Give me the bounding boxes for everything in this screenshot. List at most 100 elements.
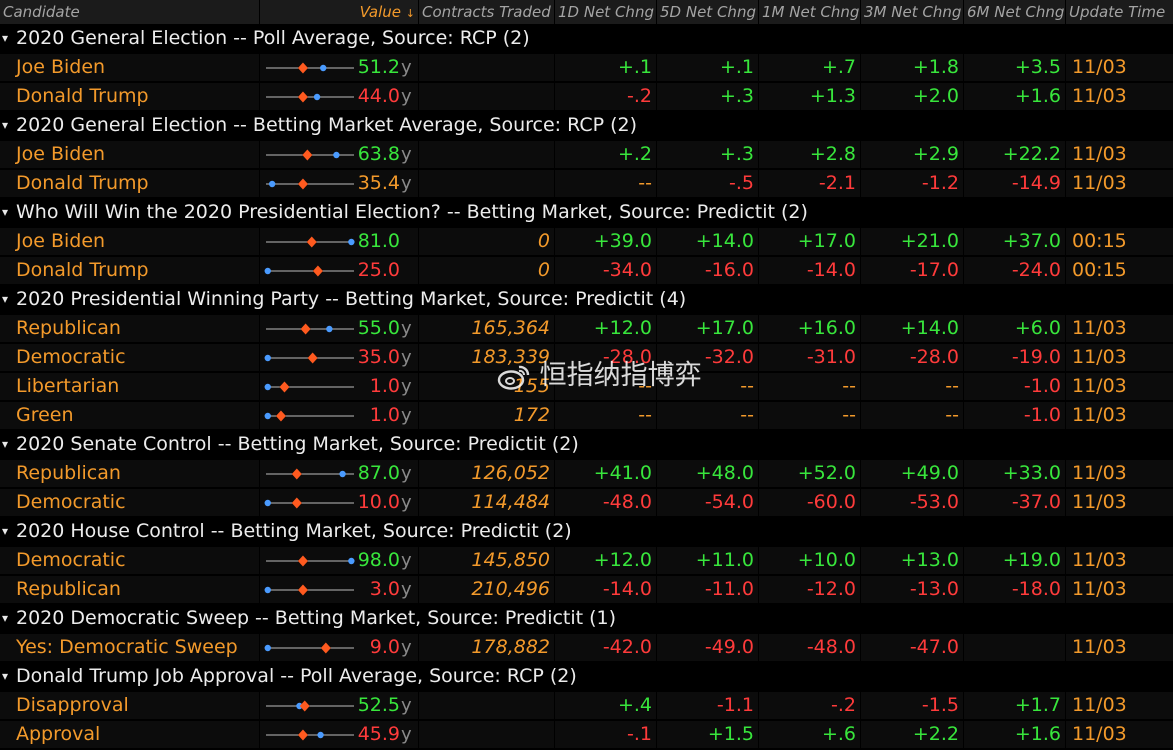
table-row[interactable]: Republican 3.0 y 210,496 -14.0 -11.0 -12.0 -13.… [0,575,1173,604]
net-change-m1: -48.0 [759,634,860,661]
table-row[interactable]: Disapproval 52.5 y +.4 -1.1 -.2 -1.5 +1.7 11/03 [0,691,1173,720]
table-row[interactable]: Democratic 98.0 y 145,850 +12.0 +11.0 +10.0 +13… [0,546,1173,575]
table-row[interactable]: Republican 87.0 y 126,052 +41.0 +48.0 +52.0 +49… [0,459,1173,488]
sparkline-marker [299,700,310,712]
candidate-name[interactable]: Republican [0,576,259,603]
collapse-caret-icon[interactable]: ▾ [2,604,8,633]
candidate-name[interactable]: Disapproval [0,692,259,719]
net-change-m3: -1.5 [861,692,963,719]
value-suffix: y [401,86,412,107]
net-change-d1: -14.0 [555,576,656,603]
net-change-m1: -- [759,402,860,429]
value-number: 10.0 [357,491,400,513]
net-change-d1: -48.0 [555,489,656,516]
column-header-value[interactable]: Value ↓ [260,0,418,24]
collapse-caret-icon[interactable]: ▾ [2,430,8,459]
column-header-1d[interactable]: 1D Net Chng [555,0,656,24]
net-change-d1: +12.0 [555,547,656,574]
sparkline-marker [291,468,302,480]
value-number: 81.0 [357,230,400,252]
collapse-caret-icon[interactable]: ▾ [2,24,8,53]
table-row[interactable]: Joe Biden 63.8 y +.2 +.3 +2.8 +2.9 +22.2 11/03 [0,140,1173,169]
group-header[interactable]: ▾ 2020 Presidential Winning Party -- Bett… [0,285,1173,314]
net-change-m1: -2.1 [759,170,860,197]
contracts-traded [419,141,554,168]
column-header-3m[interactable]: 3M Net Chng [861,0,963,24]
group-header[interactable]: ▾ 2020 General Election -- Betting Market… [0,111,1173,140]
table-row[interactable]: Republican 55.0 y 165,364 +12.0 +17.0 +16.0 +14… [0,314,1173,343]
net-change-m6: -24.0 [964,257,1065,284]
net-change-m6: -14.9 [964,170,1065,197]
net-change-d5: -16.0 [657,257,758,284]
candidate-name[interactable]: Democratic [0,344,259,371]
contracts-traded: 210,496 [419,576,554,603]
table-row[interactable]: Approval 45.9 y -.1 +1.5 +.6 +2.2 +1.6 11/03 [0,720,1173,749]
column-header-5d[interactable]: 5D Net Chng [657,0,758,24]
candidate-name[interactable]: Libertarian [0,373,259,400]
contracts-traded: 165,364 [419,315,554,342]
table-row[interactable]: Donald Trump 25.0 0 -34.0 -16.0 -14.0 -17.0 -24… [0,256,1173,285]
group-title: Donald Trump Job Approval -- Poll Averag… [16,665,577,687]
candidate-name[interactable]: Approval [0,721,259,748]
group-title: 2020 House Control -- Betting Market, So… [16,520,572,542]
candidate-name[interactable]: Donald Trump [0,257,259,284]
group-header[interactable]: ▾ Who Will Win the 2020 Presidential Elec… [0,198,1173,227]
value-suffix: y [401,57,412,78]
update-time: 11/03 [1066,83,1173,110]
contracts-traded [419,170,554,197]
sparkline-marker [297,91,308,103]
watermark-text: 恒指纳指博弈 [539,360,702,391]
table-row[interactable]: Donald Trump 35.4 y -- -.5 -2.1 -1.2 -14.9 11/03 [0,169,1173,198]
collapse-caret-icon[interactable]: ▾ [2,285,8,314]
candidate-name[interactable]: Green [0,402,259,429]
sparkline-dot [264,383,271,391]
value-number: 51.2 [357,56,400,78]
candidate-name[interactable]: Joe Biden [0,228,259,255]
contracts-traded: 172 [419,402,554,429]
table-row[interactable]: Green 1.0 y 172 -- -- -- -- -1.0 11/03 [0,401,1173,430]
value-suffix: y [401,637,412,658]
group-header[interactable]: ▾ 2020 Senate Control -- Betting Market, … [0,430,1173,459]
candidate-name[interactable]: Republican [0,315,259,342]
column-header-1m[interactable]: 1M Net Chng [759,0,860,24]
net-change-m1: -.2 [759,692,860,719]
collapse-caret-icon[interactable]: ▾ [2,517,8,546]
value-suffix: y [401,492,412,513]
net-change-d1: -42.0 [555,634,656,661]
update-time: 11/03 [1066,489,1173,516]
net-change-m3: -- [861,402,963,429]
candidate-name[interactable]: Democratic [0,489,259,516]
group-header[interactable]: ▾ Donald Trump Job Approval -- Poll Avera… [0,662,1173,691]
collapse-caret-icon[interactable]: ▾ [2,662,8,691]
net-change-m3: +1.8 [861,54,963,81]
net-change-m1: -14.0 [759,257,860,284]
table-row[interactable]: Donald Trump 44.0 y -.2 +.3 +1.3 +2.0 +1.6 11/03 [0,82,1173,111]
table-row[interactable]: Yes: Democratic Sweep 9.0 y 178,882 -42.0 -49… [0,633,1173,662]
column-header-candidate[interactable]: Candidate [0,0,259,24]
candidate-name[interactable]: Donald Trump [0,83,259,110]
candidate-name[interactable]: Joe Biden [0,54,259,81]
column-header-contracts[interactable]: Contracts Traded [419,0,554,24]
value-number: 55.0 [357,317,400,339]
net-change-d5: +17.0 [657,315,758,342]
group-header[interactable]: ▾ 2020 House Control -- Betting Market, S… [0,517,1173,546]
sparkline-dot [264,354,271,362]
table-row[interactable]: Joe Biden 81.0 0 +39.0 +14.0 +17.0 +21.0 +37.0 0… [0,227,1173,256]
table-row[interactable]: Democratic 10.0 y 114,484 -48.0 -54.0 -60.0 -53… [0,488,1173,517]
sparkline-marker [297,62,308,74]
group-header[interactable]: ▾ 2020 Democratic Sweep -- Betting Market… [0,604,1173,633]
candidate-name[interactable]: Democratic [0,547,259,574]
candidate-name[interactable]: Donald Trump [0,170,259,197]
candidate-name[interactable]: Joe Biden [0,141,259,168]
column-header-6m[interactable]: 6M Net Chng [964,0,1065,24]
candidate-name[interactable]: Republican [0,460,259,487]
candidate-name[interactable]: Yes: Democratic Sweep [0,634,259,661]
column-header-label: 6M Net Chng [967,3,1065,21]
collapse-caret-icon[interactable]: ▾ [2,198,8,227]
update-time: 11/03 [1066,315,1173,342]
group-header[interactable]: ▾ 2020 General Election -- Poll Average, … [0,24,1173,53]
table-row[interactable]: Joe Biden 51.2 y +.1 +.1 +.7 +1.8 +3.5 11/03 [0,53,1173,82]
collapse-caret-icon[interactable]: ▾ [2,111,8,140]
column-header-update-time[interactable]: Update Time [1066,0,1173,24]
column-header-label: 1M Net Chng [762,3,860,21]
